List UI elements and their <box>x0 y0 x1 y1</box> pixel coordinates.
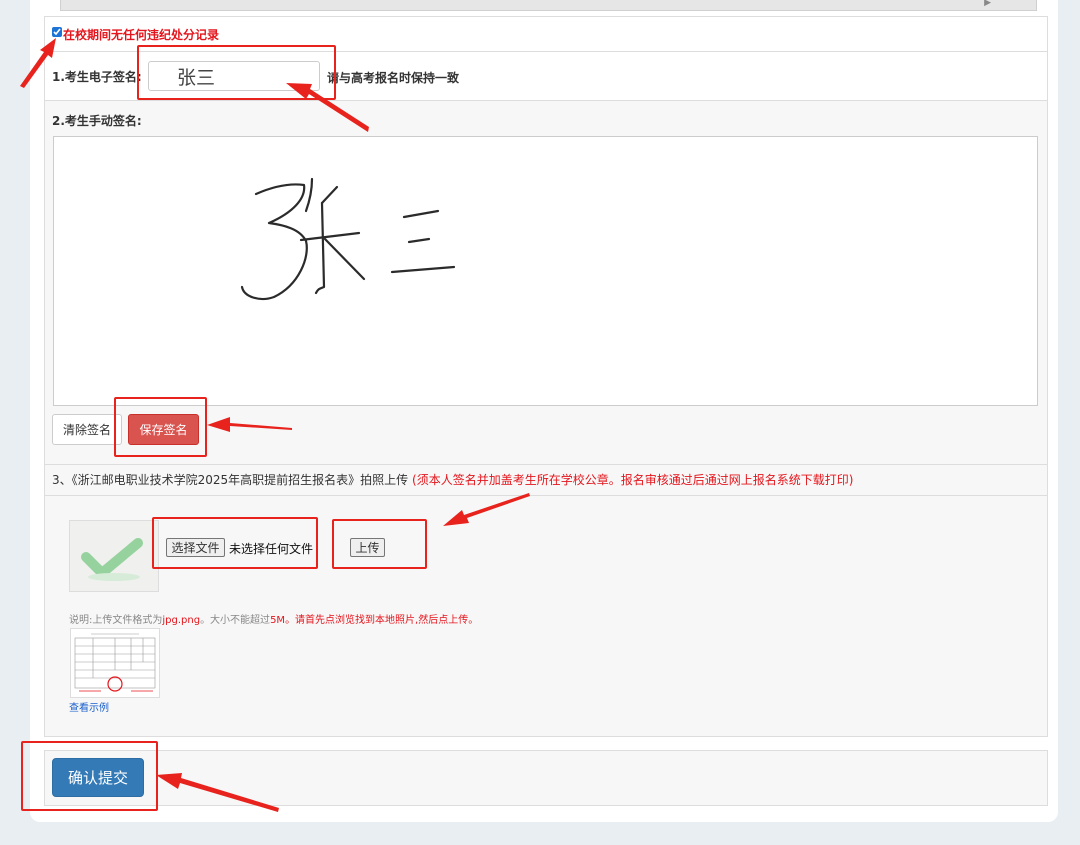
note-suffix: 。请首先点浏览找到本地照片,然后点上传。 <box>285 615 479 626</box>
form-sample-image <box>74 633 156 692</box>
horizontal-scrollbar[interactable]: ▶ <box>60 0 1037 11</box>
upload-preview <box>69 520 159 592</box>
no-violation-label: 在校期间无任何违纪处分记录 <box>63 28 220 42</box>
scroll-right-icon[interactable]: ▶ <box>984 0 991 8</box>
hand-signature-label: 2.考生手动签名: <box>52 114 142 128</box>
note-formats: jpg.png <box>162 615 201 626</box>
note-prefix: 说明:上传文件格式为 <box>69 615 163 626</box>
annotation-box-e-signature <box>137 45 336 100</box>
no-violation-checkbox[interactable] <box>52 27 62 37</box>
view-sample-link[interactable]: 查看示例 <box>69 699 109 714</box>
upload-note: 说明:上传文件格式为jpg.png。大小不能超过5M。请首先点浏览找到本地照片,… <box>69 611 478 626</box>
clear-signature-button[interactable]: 清除签名 <box>52 414 122 445</box>
annotation-box-submit <box>21 741 158 811</box>
signature-canvas[interactable] <box>53 136 1038 406</box>
e-signature-hint: 请与高考报名时保持一致 <box>327 71 460 85</box>
annotation-box-upload <box>332 519 427 569</box>
sample-form-thumbnail[interactable] <box>70 628 160 698</box>
upload-title-text: 3、《浙江邮电职业技术学院2025年高职提前招生报名表》拍照上传 <box>52 473 409 487</box>
annotation-box-save <box>114 397 207 457</box>
handwritten-signature <box>240 177 456 301</box>
annotation-box-choose-file <box>152 517 318 569</box>
upload-section-title: 3、《浙江邮电职业技术学院2025年高职提前招生报名表》拍照上传 (须本人签名并… <box>52 471 853 488</box>
upload-title-note: (须本人签名并加盖考生所在学校公章。报名审核通过后通过网上报名系统下载打印) <box>412 473 854 487</box>
note-size: 5M <box>270 615 286 626</box>
note-middle: 。大小不能超过 <box>200 615 271 626</box>
submit-row <box>44 750 1048 806</box>
checkmark-icon <box>81 538 143 581</box>
e-signature-label: 1.考生电子签名: <box>52 70 142 84</box>
